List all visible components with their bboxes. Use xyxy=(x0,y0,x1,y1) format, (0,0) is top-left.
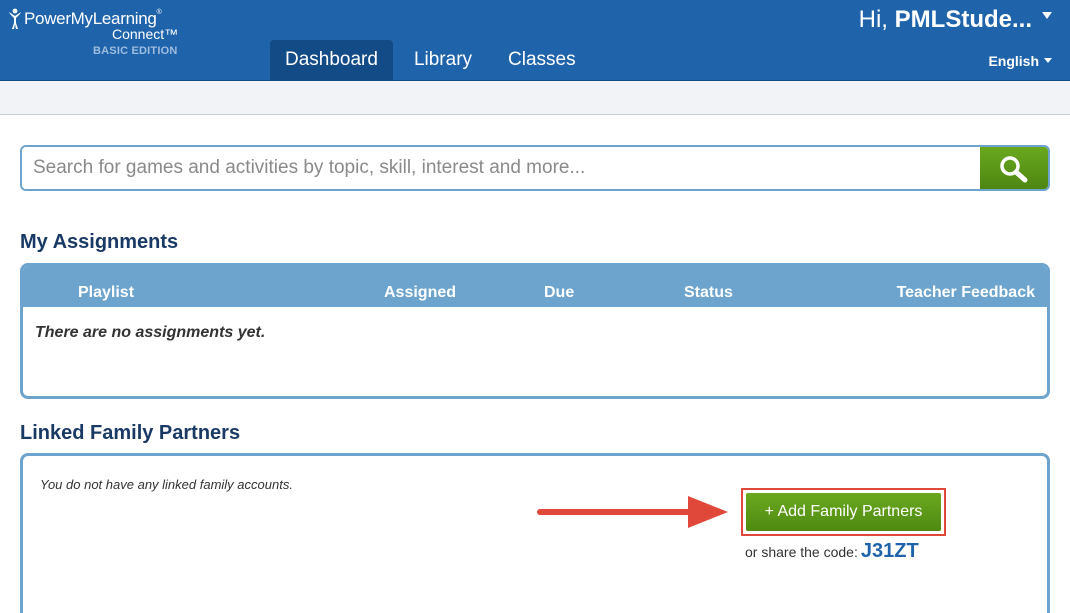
share-code-label: or share the code: xyxy=(745,544,858,560)
share-code-line: or share the code: J31ZT xyxy=(745,540,919,563)
family-partners-panel: You do not have any linked family accoun… xyxy=(20,453,1050,613)
greeting-prefix: Hi, xyxy=(858,6,888,33)
language-label: English xyxy=(988,53,1039,69)
my-assignments-title: My Assignments xyxy=(20,231,179,253)
no-assignments-message: There are no assignments yet. xyxy=(35,324,266,341)
add-family-highlight: + Add Family Partners xyxy=(741,488,946,536)
logo-product-text: Connect™ xyxy=(112,26,179,42)
column-assigned[interactable]: Assigned xyxy=(384,284,456,302)
sub-bar xyxy=(0,81,1070,115)
assignments-table-header: Playlist Assigned Due Status Teacher Fee… xyxy=(23,266,1047,307)
language-caret-icon xyxy=(1044,58,1052,64)
nav-classes[interactable]: Classes xyxy=(493,40,591,80)
assignments-table: Playlist Assigned Due Status Teacher Fee… xyxy=(20,263,1050,399)
column-teacher-feedback[interactable]: Teacher Feedback xyxy=(897,284,1035,302)
nav-library[interactable]: Library xyxy=(399,40,487,80)
nav-dashboard[interactable]: Dashboard xyxy=(270,40,393,80)
add-family-partners-button[interactable]: + Add Family Partners xyxy=(746,493,941,531)
share-code-value: J31ZT xyxy=(860,540,919,562)
family-partners-title: Linked Family Partners xyxy=(20,422,241,444)
user-greeting[interactable]: Hi, PMLStude... xyxy=(859,6,1032,34)
logo-figure-icon xyxy=(9,8,21,29)
search-input[interactable] xyxy=(22,147,980,189)
annotation-arrow-icon xyxy=(537,496,728,528)
language-selector[interactable]: English xyxy=(988,53,1052,69)
logo-edition-text: BASIC EDITION xyxy=(93,45,178,57)
search-button[interactable] xyxy=(980,147,1048,189)
main-nav: Dashboard Library Classes xyxy=(270,40,597,80)
search-icon xyxy=(1000,156,1028,183)
user-name: PMLStude... xyxy=(894,6,1032,33)
no-family-message: You do not have any linked family accoun… xyxy=(40,477,293,492)
column-due[interactable]: Due xyxy=(544,284,574,302)
search-bar xyxy=(20,145,1050,191)
user-menu-caret-icon[interactable] xyxy=(1042,12,1052,19)
column-playlist[interactable]: Playlist xyxy=(78,284,134,302)
column-status[interactable]: Status xyxy=(684,284,733,302)
top-header: PowerMyLearning® Connect™ BASIC EDITION … xyxy=(0,0,1070,81)
